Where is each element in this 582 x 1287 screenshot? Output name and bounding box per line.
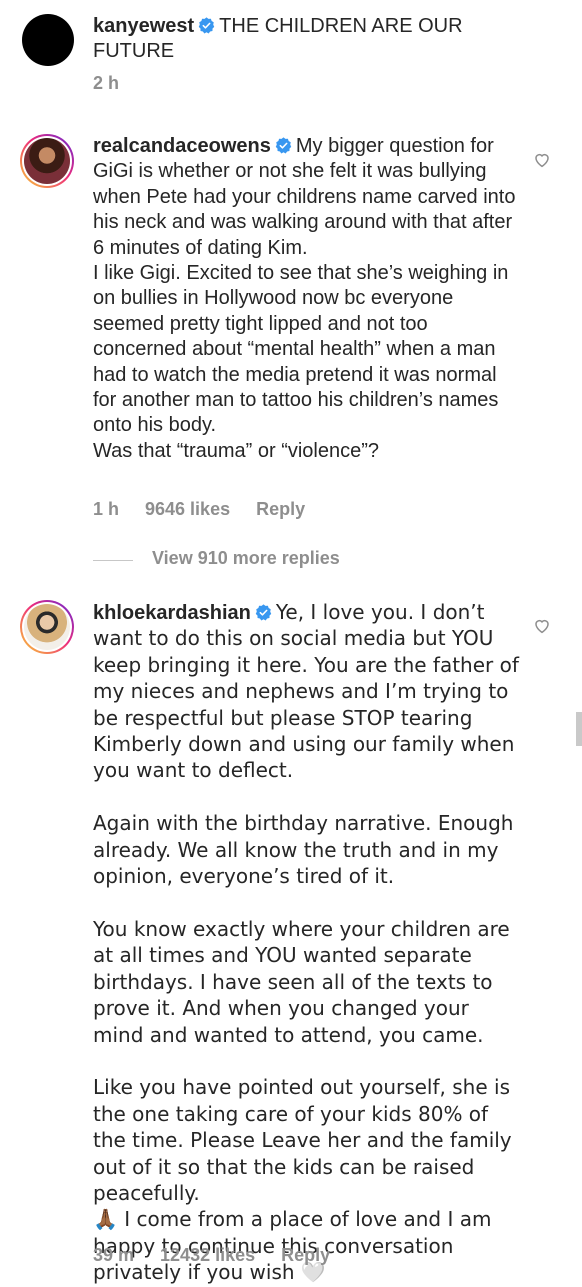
username[interactable]: realcandaceowens (93, 135, 271, 157)
username[interactable]: kanyewest (93, 15, 194, 37)
comment-meta: 1 h 9646 likes Reply (93, 499, 331, 520)
comment-text: realcandaceowens My bigger question for G… (93, 134, 523, 464)
like-count[interactable]: 12432 likes (160, 1245, 255, 1265)
post-header: kanyewest THE CHILDREN ARE OUR FUTURE 2 h (0, 0, 582, 112)
comment-text: khloekardashian Ye, I love you. I don’t w… (93, 600, 523, 1287)
scrollbar-thumb[interactable] (576, 712, 582, 746)
comment-body: My bigger question for GiGi is whether o… (93, 135, 516, 462)
post-caption: kanyewest THE CHILDREN ARE OUR FUTURE (93, 14, 523, 65)
avatar-photo (24, 604, 70, 650)
verified-badge-icon (275, 137, 292, 154)
post-meta: 2 h (93, 73, 145, 94)
reply-button[interactable]: Reply (256, 499, 305, 519)
heart-outline-icon[interactable] (533, 151, 551, 169)
comment-time: 39 m (93, 1245, 135, 1265)
verified-badge-icon (255, 604, 272, 621)
avatar-photo (24, 138, 70, 184)
comment-time: 1 h (93, 499, 120, 519)
view-more-replies-button[interactable]: View 910 more replies (152, 548, 340, 569)
post-time: 2 h (93, 73, 120, 93)
username[interactable]: khloekardashian (93, 602, 251, 624)
avatar[interactable] (22, 14, 74, 66)
heart-outline-icon[interactable] (533, 617, 551, 635)
replies-divider (93, 560, 133, 561)
comment-meta: 39 m 12432 likes Reply (93, 1245, 356, 1266)
reply-button[interactable]: Reply (281, 1245, 330, 1265)
verified-badge-icon (198, 17, 215, 34)
avatar[interactable] (20, 134, 74, 188)
avatar[interactable] (20, 600, 74, 654)
comment-body: Ye, I love you. I don’t want to do this … (93, 600, 519, 1285)
like-count[interactable]: 9646 likes (145, 499, 230, 519)
